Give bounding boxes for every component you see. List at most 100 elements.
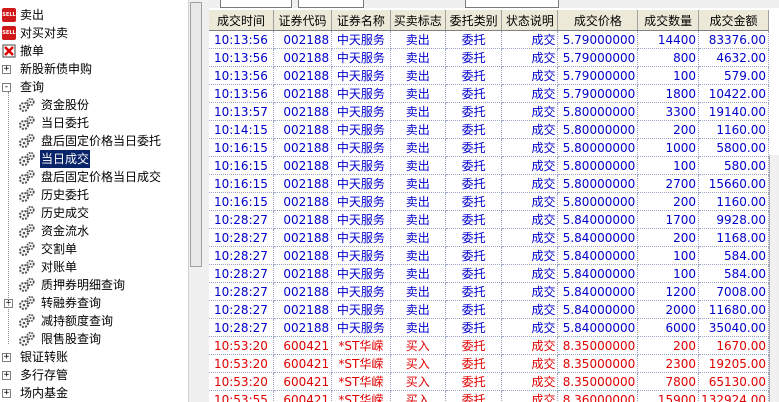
tree-item-label: 转融券查询 (41, 296, 102, 310)
table-row[interactable]: 10:28:27 002188 中天服务 卖出 委托 成交 5.84000000 6000 35… (209, 318, 769, 337)
column-header[interactable]: 买卖标志 (390, 10, 446, 31)
tree-item-pledge-detail[interactable]: 质押券明细查询 (0, 276, 188, 294)
table-cell: 600421 (273, 390, 333, 402)
expand-icon[interactable]: + (2, 371, 11, 380)
table-cell: 002188 (273, 264, 333, 283)
table-cell: 委托 (445, 228, 503, 247)
toolbar-input[interactable] (298, 0, 364, 8)
collapse-icon[interactable]: - (2, 83, 11, 92)
table-cell: 5800.00 (698, 138, 769, 157)
tree-item-cancel[interactable]: 撤单 (0, 42, 188, 60)
expand-icon[interactable]: + (2, 353, 11, 362)
gear-icon (18, 223, 36, 239)
table-row[interactable]: 10:53:20 600421 *ST华嵘 买入 委托 成交 8.35000000 7800 6… (209, 372, 769, 391)
table-scrollbar[interactable] (769, 155, 779, 402)
table-row[interactable]: 10:13:57 002188 中天服务 卖出 委托 成交 5.80000000 3300 19… (209, 102, 769, 121)
table-row[interactable]: 10:13:56 002188 中天服务 卖出 委托 成交 5.79000000 14400 8… (209, 30, 769, 49)
tree-item-exchange-fund[interactable]: + 场内基金 (0, 384, 188, 402)
tree-item-new-stock[interactable]: + 新股新债申购 (0, 60, 188, 78)
column-header[interactable]: 成交时间 (209, 10, 274, 31)
tree-item-history-orders[interactable]: 历史委托 (0, 186, 188, 204)
tree-item-multi-bank[interactable]: + 多行存管 (0, 366, 188, 384)
table-row[interactable]: 10:53:20 600421 *ST华嵘 买入 委托 成交 8.35000000 200 16… (209, 336, 769, 355)
tree-item-after-hours-orders[interactable]: 盘后固定价格当日委托 (0, 132, 188, 150)
table-cell: 卖出 (390, 84, 446, 103)
table-row[interactable]: 10:53:55 600421 *ST华嵘 买入 委托 成交 8.36000000 15900… (209, 390, 769, 402)
tree-item-today-orders[interactable]: 当日委托 (0, 114, 188, 132)
table-row[interactable]: 10:13:56 002188 中天服务 卖出 委托 成交 5.79000000 800 463… (209, 48, 769, 67)
table-row[interactable]: 10:13:56 002188 中天服务 卖出 委托 成交 5.79000000 1800 10… (209, 84, 769, 103)
table-row[interactable]: 10:28:27 002188 中天服务 卖出 委托 成交 5.84000000 2000 11… (209, 300, 769, 319)
tree-item-history-trades[interactable]: 历史成交 (0, 204, 188, 222)
gear-icon (18, 259, 36, 275)
column-header[interactable]: 证券名称 (331, 10, 391, 31)
tree-item-financing-query[interactable]: + 转融券查询 (0, 294, 188, 312)
table-cell: 中天服务 (331, 210, 391, 229)
table-cell: 成交 (501, 264, 559, 283)
table-cell: 002188 (273, 138, 333, 157)
column-header[interactable]: 成交数量 (637, 10, 700, 31)
table-cell: 委托 (445, 336, 503, 355)
table-cell: 5.80000000 (557, 102, 639, 121)
table-row[interactable]: 10:28:27 002188 中天服务 卖出 委托 成交 5.84000000 200 116… (209, 228, 769, 247)
table-cell: 成交 (501, 156, 559, 175)
toolbar-dropdown[interactable] (220, 0, 292, 8)
table-row[interactable]: 10:16:15 002188 中天服务 卖出 委托 成交 5.80000000 200 116… (209, 192, 769, 211)
table-cell: 600421 (273, 354, 333, 373)
column-header[interactable]: 成交价格 (557, 10, 639, 31)
table-row[interactable]: 10:53:20 600421 *ST华嵘 买入 委托 成交 8.35000000 2300 1… (209, 354, 769, 373)
column-header[interactable]: 委托类别 (445, 10, 503, 31)
tree-item-today-trades[interactable]: 当日成交 (0, 150, 188, 168)
table-row[interactable]: 10:16:15 002188 中天服务 卖出 委托 成交 5.80000000 1000 58… (209, 138, 769, 157)
table-row[interactable]: 10:14:15 002188 中天服务 卖出 委托 成交 5.80000000 200 116… (209, 120, 769, 139)
table-row[interactable]: 10:28:27 002188 中天服务 卖出 委托 成交 5.84000000 1700 99… (209, 210, 769, 229)
table-cell: 002188 (273, 66, 333, 85)
tree-item-bank-transfer[interactable]: + 银证转账 (0, 348, 188, 366)
table-row[interactable]: 10:28:27 002188 中天服务 卖出 委托 成交 5.84000000 100 584… (209, 264, 769, 283)
toolbar-input[interactable] (465, 0, 559, 8)
table-cell: 10:28:27 (209, 264, 274, 283)
tree-item-fund-flow[interactable]: 资金流水 (0, 222, 188, 240)
table-cell: 10422.00 (698, 84, 769, 103)
table-row[interactable]: 10:28:27 002188 中天服务 卖出 委托 成交 5.84000000 100 584… (209, 246, 769, 265)
tree-item-query[interactable]: - 查询 (0, 78, 188, 96)
tree-item-label: 多行存管 (20, 368, 69, 382)
tree-item-reduce-quota[interactable]: 减持额度查询 (0, 312, 188, 330)
table-cell: 委托 (445, 84, 503, 103)
expand-icon[interactable]: + (2, 65, 11, 74)
tree-item-label: 质押券明细查询 (41, 278, 126, 292)
tree-item-label: 盘后固定价格当日成交 (41, 170, 162, 184)
gear-icon (18, 151, 36, 167)
expand-icon[interactable]: + (2, 389, 11, 398)
tree-scrollbar[interactable] (188, 0, 203, 402)
tree-item-counter-buy-sell[interactable]: SELL 对买对卖 (0, 24, 188, 42)
table-cell: 中天服务 (331, 102, 391, 121)
table-cell: 成交 (501, 246, 559, 265)
table-cell: 成交 (501, 336, 559, 355)
table-cell: 卖出 (390, 30, 446, 49)
tree-item-delivery[interactable]: 交割单 (0, 240, 188, 258)
table-row[interactable]: 10:16:15 002188 中天服务 卖出 委托 成交 5.80000000 2700 15… (209, 174, 769, 193)
tree-scrollbar-thumb[interactable] (190, 2, 202, 267)
table-cell: 5.84000000 (557, 264, 639, 283)
table-row[interactable]: 10:16:15 002188 中天服务 卖出 委托 成交 5.80000000 100 580… (209, 156, 769, 175)
column-header[interactable]: 成交金额 (698, 10, 769, 31)
column-header[interactable]: 证券代码 (273, 10, 333, 31)
tree-item-fund-holdings[interactable]: 资金股份 (0, 96, 188, 114)
tree-item-statement[interactable]: 对账单 (0, 258, 188, 276)
table-cell: 委托 (445, 192, 503, 211)
table-cell: 9928.00 (698, 210, 769, 229)
column-header[interactable]: 状态说明 (501, 10, 559, 31)
tree-item-restricted-query[interactable]: 限售股查询 (0, 330, 188, 348)
table-row[interactable]: 10:28:27 002188 中天服务 卖出 委托 成交 5.84000000 1200 70… (209, 282, 769, 301)
tree-item-sell[interactable]: SELL 卖出 (0, 6, 188, 24)
table-cell: 成交 (501, 174, 559, 193)
table-row[interactable]: 10:13:56 002188 中天服务 卖出 委托 成交 5.79000000 100 579… (209, 66, 769, 85)
table-cell: 19205.00 (698, 354, 769, 373)
trade-table-container: 成交时间 证券代码 证券名称 买卖标志 委托类别 状态说明 成交价格 成交数量 成交金额 10:… (209, 10, 769, 402)
table-cell: 10:13:56 (209, 84, 274, 103)
tree-item-after-hours-trades[interactable]: 盘后固定价格当日成交 (0, 168, 188, 186)
table-cell: 中天服务 (331, 318, 391, 337)
table-cell: 成交 (501, 300, 559, 319)
table-cell: 600421 (273, 336, 333, 355)
